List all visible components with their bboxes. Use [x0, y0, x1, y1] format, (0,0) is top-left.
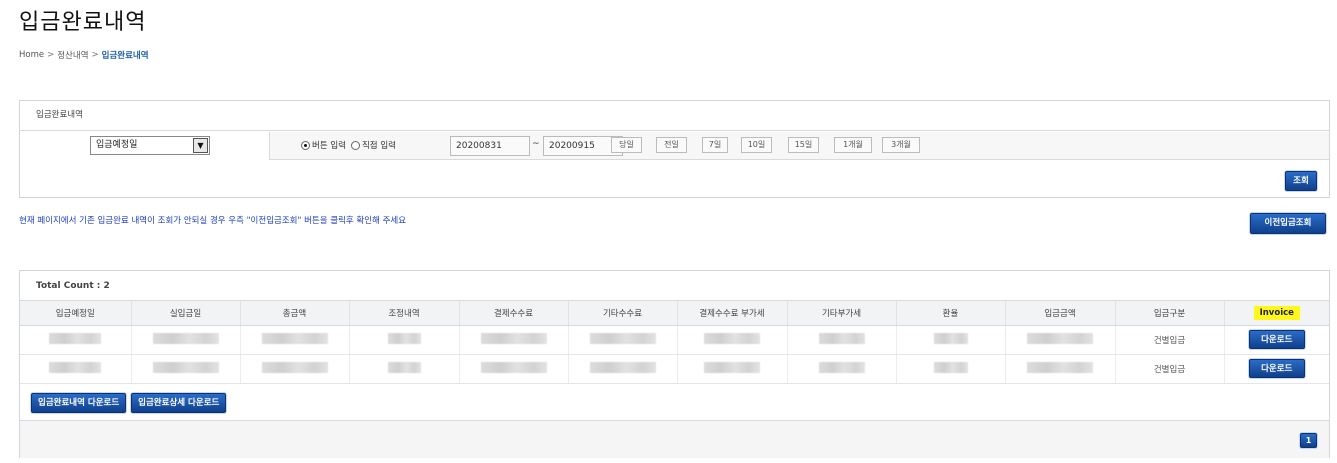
cell-redacted [20, 354, 132, 384]
cell-redacted [349, 354, 460, 384]
breadcrumb-home[interactable]: Home [19, 50, 44, 60]
cell-redacted [787, 325, 897, 355]
col-other-vat: 기타부가세 [787, 301, 897, 326]
radio-button-input-label[interactable]: 버튼 입력 [312, 139, 346, 151]
page-title: 입금완료내역 [19, 10, 147, 35]
breadcrumb-current: 입금완료내역 [101, 51, 149, 61]
quick-range-3m[interactable]: 3개월 [882, 137, 920, 153]
quick-range-today[interactable]: 당일 [611, 137, 642, 153]
cell-redacted [131, 325, 241, 355]
cell-redacted [240, 325, 350, 355]
cell-invoice: 다운로드 [1224, 325, 1329, 355]
cell-redacted [677, 354, 788, 384]
search-panel: 입금완료내역 입금예정일 ▼ 버튼 입력 직접 입력 20200831 ~ 20… [19, 100, 1330, 198]
total-count: Total Count : 2 [20, 271, 1329, 301]
breadcrumb: Home > 정산내역 > 입금완료내역 [19, 49, 149, 61]
invoice-header-label: Invoice [1253, 305, 1300, 320]
cell-redacted [240, 354, 350, 384]
date-range-separator: ~ [532, 139, 540, 149]
download-button-group: 입금완료내역 다운로드 입금완료상세 다운로드 [31, 393, 227, 413]
page-number-button[interactable]: 1 [1300, 433, 1317, 448]
col-invoice: Invoice [1224, 301, 1329, 326]
download-list-button[interactable]: 입금완료내역 다운로드 [31, 393, 127, 413]
notice-text: 현재 페이지에서 기존 입금완료 내역이 조회가 안되실 경우 우측 "이전입금… [19, 216, 407, 226]
cell-redacted [459, 354, 569, 384]
quick-range-7d[interactable]: 7일 [702, 137, 728, 153]
col-actual-date: 실입금일 [131, 301, 241, 326]
col-exchange-rate: 환율 [896, 301, 1006, 326]
cell-invoice: 다운로드 [1224, 354, 1329, 384]
quick-range-1m[interactable]: 1개월 [834, 137, 872, 153]
search-panel-title: 입금완료내역 [20, 101, 1329, 131]
table-header-row: 입금예정일 실입금일 총금액 조정내역 결제수수료 기타수수료 결제수수료 부가… [20, 301, 1329, 326]
invoice-download-button[interactable]: 다운로드 [1248, 330, 1305, 349]
col-deposit-type: 입금구분 [1115, 301, 1225, 326]
input-mode-radio-group: 버튼 입력 직접 입력 [301, 139, 401, 151]
search-filter-row: 입금예정일 ▼ 버튼 입력 직접 입력 20200831 ~ 20200915 … [20, 132, 1329, 160]
quick-range-yesterday[interactable]: 전일 [656, 137, 687, 153]
cell-redacted [896, 354, 1006, 384]
date-type-select[interactable]: 입금예정일 ▼ [90, 136, 210, 155]
cell-deposit-type: 건별입금 [1115, 325, 1225, 355]
col-total-amount: 총금액 [240, 301, 350, 326]
cell-redacted [896, 325, 1006, 355]
cell-redacted [568, 354, 678, 384]
col-payment-fee-vat: 결제수수료 부가세 [677, 301, 788, 326]
invoice-download-button[interactable]: 다운로드 [1248, 359, 1305, 378]
download-detail-button[interactable]: 입금완료상세 다운로드 [131, 393, 227, 413]
col-deposit-amount: 입금금액 [1005, 301, 1116, 326]
radio-button-input[interactable] [301, 140, 310, 150]
cell-redacted [568, 325, 678, 355]
table-row: 건별입금 다운로드 [20, 354, 1329, 384]
cell-redacted [1005, 325, 1116, 355]
start-date-input[interactable]: 20200831 [450, 136, 530, 156]
results-panel: Total Count : 2 입금예정일 실입금일 총금액 조정내역 결제수수… [19, 270, 1330, 458]
cell-redacted [1005, 354, 1116, 384]
cell-redacted [20, 325, 132, 355]
cell-redacted [131, 354, 241, 384]
col-other-fee: 기타수수료 [568, 301, 678, 326]
prev-deposit-search-button[interactable]: 이전입금조회 [1250, 213, 1326, 234]
search-button[interactable]: 조회 [1285, 171, 1317, 191]
cell-redacted [677, 325, 788, 355]
cell-redacted [787, 354, 897, 384]
cell-deposit-type: 건별입금 [1115, 354, 1225, 384]
date-type-cell: 입금예정일 ▼ [20, 132, 270, 160]
date-type-selected: 입금예정일 [96, 140, 138, 150]
col-adjustment: 조정내역 [349, 301, 460, 326]
quick-range-15d[interactable]: 15일 [788, 137, 819, 153]
radio-direct-input[interactable] [350, 140, 360, 150]
table-row: 건별입금 다운로드 [20, 325, 1329, 355]
results-table: 입금예정일 실입금일 총금액 조정내역 결제수수료 기타수수료 결제수수료 부가… [20, 301, 1329, 384]
chevron-down-icon[interactable]: ▼ [193, 138, 208, 153]
breadcrumb-settlement[interactable]: 정산내역 [57, 49, 88, 61]
cell-redacted [459, 325, 569, 355]
quick-range-10d[interactable]: 10일 [741, 137, 772, 153]
cell-redacted [349, 325, 460, 355]
col-payment-fee: 결제수수료 [459, 301, 569, 326]
pagination-row: 1 [20, 420, 1329, 458]
col-expected-date: 입금예정일 [20, 301, 132, 326]
breadcrumb-separator: > [91, 50, 99, 60]
radio-direct-input-label[interactable]: 직접 입력 [362, 139, 396, 151]
breadcrumb-separator: > [47, 50, 55, 60]
